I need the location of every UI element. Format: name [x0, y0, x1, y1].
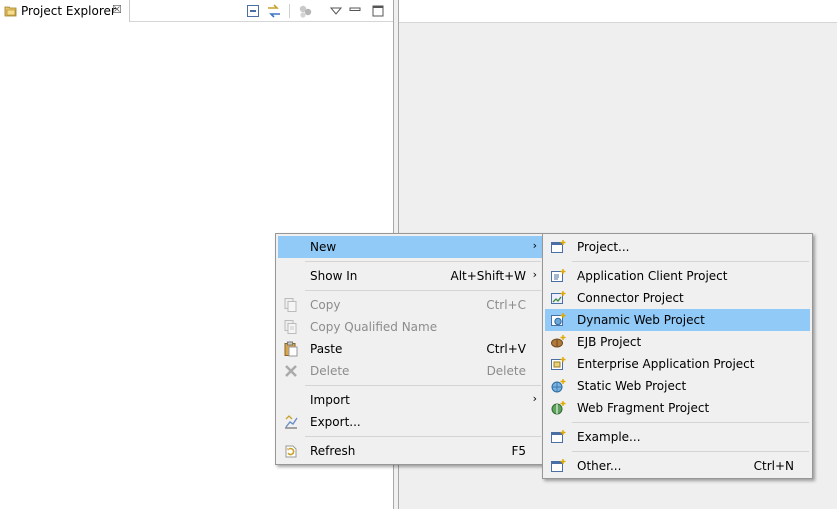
dynamic-web-icon — [551, 313, 566, 326]
menu-item-label: Export... — [310, 415, 361, 429]
menu-item-other[interactable]: Other... Ctrl+N — [545, 455, 810, 477]
menu-item-paste[interactable]: Paste Ctrl+V — [278, 338, 542, 360]
other-icon — [551, 459, 566, 472]
menu-item-label: Web Fragment Project — [577, 401, 710, 415]
web-fragment-icon — [551, 401, 566, 415]
menu-item-shortcut: Ctrl+V — [486, 342, 526, 356]
refresh-icon — [285, 445, 297, 458]
menu-separator — [572, 422, 809, 423]
submenu-arrow-icon: › — [532, 239, 537, 252]
menu-item-label: Show In — [310, 269, 358, 283]
menu-item-shortcut: Delete — [486, 364, 526, 378]
menu-item-label: EJB Project — [577, 335, 642, 349]
menu-item-delete[interactable]: Delete Delete — [278, 360, 542, 382]
project-explorer-icon — [4, 6, 17, 17]
menu-item-label: Project... — [577, 240, 630, 254]
menu-item-show-in[interactable]: Show In Alt+Shift+W › — [278, 265, 542, 287]
menu-item-new[interactable]: New › — [278, 236, 542, 258]
submenu-arrow-icon: › — [532, 392, 537, 405]
menu-item-example[interactable]: Example... — [545, 426, 810, 448]
copy-icon — [284, 298, 297, 312]
submenu-arrow-icon: › — [532, 268, 537, 281]
menu-separator — [305, 261, 541, 262]
menu-item-shortcut: Alt+Shift+W — [450, 269, 527, 283]
menu-item-refresh[interactable]: Refresh F5 — [278, 440, 542, 462]
menu-item-label: Enterprise Application Project — [577, 357, 755, 371]
close-tab-icon[interactable]: ☒ — [112, 3, 122, 16]
menu-item-web-fragment-project[interactable]: Web Fragment Project — [545, 397, 810, 419]
enterprise-app-icon — [551, 357, 566, 370]
view-tab-bar: Project Explorer ☒ — [0, 0, 393, 22]
project-explorer-tab-label: Project Explorer — [21, 4, 116, 18]
menu-item-shortcut: F5 — [511, 444, 526, 458]
menu-item-enterprise-application-project[interactable]: Enterprise Application Project — [545, 353, 810, 375]
menu-item-import[interactable]: Import › — [278, 389, 542, 411]
menu-separator — [305, 290, 541, 291]
menu-item-label: Paste — [310, 342, 343, 356]
paste-icon — [284, 341, 298, 357]
static-web-icon — [551, 379, 566, 393]
maximize-icon[interactable] — [370, 3, 386, 19]
tab-bar-divider — [130, 21, 393, 22]
app-client-icon — [551, 269, 566, 282]
menu-item-application-client-project[interactable]: Application Client Project — [545, 265, 810, 287]
menu-item-label: New — [310, 240, 337, 254]
delete-icon — [285, 365, 297, 377]
minimize-icon[interactable] — [347, 3, 363, 19]
view-menu-icon[interactable] — [328, 3, 344, 19]
connector-icon — [551, 291, 566, 304]
menu-item-project[interactable]: Project... — [545, 236, 810, 258]
menu-item-label: Import — [310, 393, 350, 407]
menu-item-label: Delete — [310, 364, 350, 378]
menu-item-connector-project[interactable]: Connector Project — [545, 287, 810, 309]
toolbar-separator — [289, 4, 290, 18]
ejb-icon — [551, 335, 566, 348]
project-explorer-tab[interactable]: Project Explorer ☒ — [0, 0, 130, 22]
collapse-all-icon[interactable] — [245, 3, 261, 19]
menu-item-dynamic-web-project[interactable]: Dynamic Web Project — [545, 309, 810, 331]
project-icon — [551, 240, 566, 253]
menu-item-copy[interactable]: Copy Ctrl+C — [278, 294, 542, 316]
editor-tab-strip — [399, 0, 837, 23]
example-icon — [551, 430, 566, 443]
menu-separator — [572, 451, 809, 452]
copy-qualified-icon — [284, 320, 297, 334]
menu-separator — [572, 261, 809, 262]
menu-item-label: Example... — [577, 430, 641, 444]
menu-item-label: Application Client Project — [577, 269, 728, 283]
menu-item-ejb-project[interactable]: EJB Project — [545, 331, 810, 353]
menu-item-label: Static Web Project — [577, 379, 687, 393]
menu-item-export[interactable]: Export... — [278, 411, 542, 433]
link-with-editor-icon[interactable] — [266, 3, 282, 19]
menu-item-label: Refresh — [310, 444, 356, 458]
menu-item-shortcut: Ctrl+C — [486, 298, 526, 312]
new-submenu: Project... Application Client Project Conn… — [542, 233, 813, 479]
menu-item-copy-qualified-name[interactable]: Copy Qualified Name — [278, 316, 542, 338]
menu-item-label: Copy Qualified Name — [310, 320, 438, 334]
menu-item-label: Other... — [577, 459, 622, 473]
menu-separator — [305, 436, 541, 437]
export-icon — [285, 415, 298, 429]
context-menu: New › Show In Alt+Shift+W › Copy Ctrl+C Copy Qu… — [275, 233, 545, 465]
menu-item-label: Dynamic Web Project — [577, 313, 705, 327]
menu-item-static-web-project[interactable]: Static Web Project — [545, 375, 810, 397]
menu-separator — [305, 385, 541, 386]
menu-item-label: Copy — [310, 298, 341, 312]
menu-item-shortcut: Ctrl+N — [753, 459, 794, 473]
focus-on-working-set-icon[interactable] — [297, 3, 313, 19]
menu-item-label: Connector Project — [577, 291, 684, 305]
